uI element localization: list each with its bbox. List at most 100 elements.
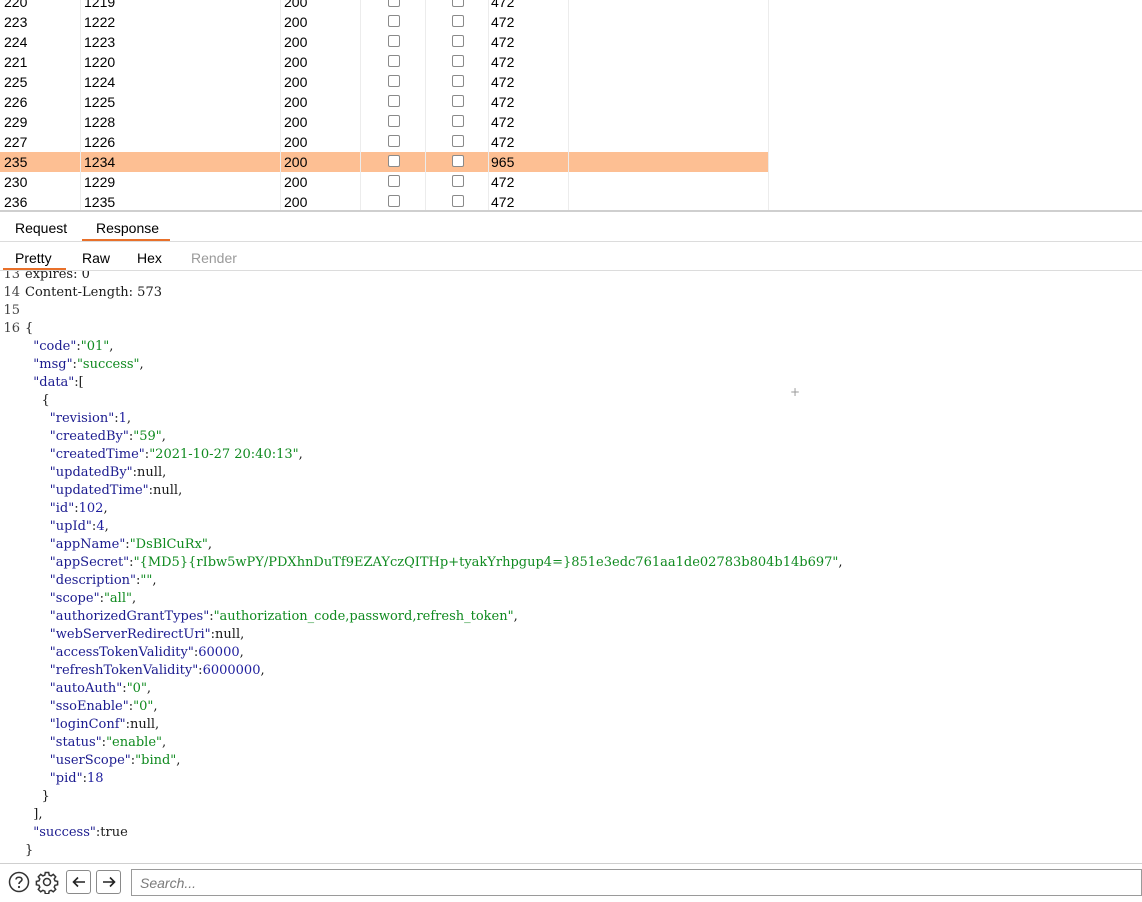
- row-checkbox[interactable]: [452, 55, 464, 67]
- row-checkbox[interactable]: [388, 35, 400, 47]
- code-token: "authorizedGrantTypes": [49, 609, 210, 624]
- table-row[interactable]: 227 1226 200 472: [0, 132, 769, 152]
- row-checkbox[interactable]: [452, 195, 464, 207]
- row-checkbox[interactable]: [452, 115, 464, 127]
- code-token: "upId": [49, 519, 92, 534]
- help-button[interactable]: [7, 870, 31, 894]
- code-token: "refreshTokenValidity": [49, 663, 199, 678]
- payload-cell: 1235: [84, 194, 116, 210]
- tab-hex[interactable]: Hex: [137, 250, 162, 266]
- row-checkbox[interactable]: [452, 75, 464, 87]
- search-input[interactable]: [131, 869, 1142, 896]
- row-checkbox[interactable]: [388, 75, 400, 87]
- row-checkbox[interactable]: [388, 195, 400, 207]
- settings-button[interactable]: [34, 870, 60, 894]
- code-token: :true: [95, 825, 128, 840]
- tab-render[interactable]: Render: [191, 250, 237, 266]
- column-divider: [425, 0, 426, 210]
- code-token: ],: [25, 807, 43, 822]
- row-checkbox[interactable]: [388, 115, 400, 127]
- code-token: "updatedTime": [49, 483, 149, 498]
- row-checkbox[interactable]: [388, 155, 400, 167]
- tab-pretty[interactable]: Pretty: [15, 250, 52, 266]
- table-row[interactable]: 225 1224 200 472: [0, 72, 769, 92]
- code-token: :null,: [148, 483, 183, 498]
- table-row[interactable]: 226 1225 200 472: [0, 92, 769, 112]
- table-row[interactable]: 236 1235 200 472: [0, 192, 769, 210]
- row-checkbox[interactable]: [388, 0, 400, 7]
- code-token: "data": [33, 375, 75, 390]
- row-checkbox[interactable]: [452, 0, 464, 7]
- code-token: "DsBlCuRx": [129, 537, 208, 552]
- code-line: "msg":"success",: [25, 356, 143, 374]
- code-line: "success":true: [25, 824, 128, 842]
- code-token: }: [25, 843, 34, 858]
- code-token: "userScope": [49, 753, 131, 768]
- tab-request[interactable]: Request: [15, 220, 67, 236]
- table-row[interactable]: 221 1220 200 472: [0, 52, 769, 72]
- code-line: "createdTime":"2021-10-27 20:40:13",: [25, 446, 303, 464]
- response-editor[interactable]: expires: 0 Content-Length: 573 { "code":"0…: [0, 271, 1142, 863]
- tab-raw[interactable]: Raw: [82, 250, 110, 266]
- request-number: 227: [4, 134, 28, 150]
- code-token: "authorization_code,password,refresh_tok…: [213, 609, 514, 624]
- table-row[interactable]: 230 1229 200 472: [0, 172, 769, 192]
- row-checkbox[interactable]: [452, 155, 464, 167]
- payload-cell: 1228: [84, 114, 116, 130]
- code-token: "enable": [106, 735, 163, 750]
- table-row[interactable]: 224 1223 200 472: [0, 32, 769, 52]
- table-row[interactable]: 229 1228 200 472: [0, 112, 769, 132]
- code-token: ,: [152, 573, 157, 588]
- code-token: 6000000: [202, 663, 261, 678]
- code-line: "accessTokenValidity":60000,: [25, 644, 244, 662]
- row-checkbox[interactable]: [388, 15, 400, 27]
- row-checkbox[interactable]: [452, 135, 464, 147]
- code-token: "": [140, 573, 153, 588]
- active-tab-indicator: [82, 239, 170, 241]
- code-line: "webServerRedirectUri":null,: [25, 626, 244, 644]
- status-code-cell: 200: [284, 154, 308, 170]
- row-checkbox[interactable]: [388, 175, 400, 187]
- table-row[interactable]: 223 1222 200 472: [0, 12, 769, 32]
- code-line: "description":"",: [25, 572, 157, 590]
- request-number: 236: [4, 194, 28, 210]
- length-cell: 472: [491, 54, 515, 70]
- payload-cell: 1224: [84, 74, 116, 90]
- status-code-cell: 200: [284, 34, 308, 50]
- code-token: "ssoEnable": [49, 699, 129, 714]
- code-token: ,: [131, 591, 137, 606]
- results-table[interactable]: 220 1219 200 472 223 1222 200 472 224 1223 200 472 2…: [0, 0, 1142, 210]
- row-checkbox[interactable]: [452, 35, 464, 47]
- row-checkbox[interactable]: [452, 15, 464, 27]
- request-number: 225: [4, 74, 28, 90]
- code-token: "loginConf": [49, 717, 126, 732]
- column-divider: [360, 0, 361, 210]
- request-number: 229: [4, 114, 28, 130]
- table-row[interactable]: 220 1219 200 472: [0, 0, 769, 12]
- back-button[interactable]: [66, 870, 91, 894]
- column-divider: [488, 0, 489, 210]
- tab-response[interactable]: Response: [96, 220, 159, 236]
- gear-icon: [35, 871, 59, 894]
- length-cell: 472: [491, 34, 515, 50]
- table-row[interactable]: 235 1234 200 965: [0, 152, 769, 172]
- row-checkbox[interactable]: [388, 135, 400, 147]
- code-token: :null,: [132, 465, 167, 480]
- code-token: ,: [161, 429, 166, 444]
- row-checkbox[interactable]: [452, 95, 464, 107]
- row-checkbox[interactable]: [388, 95, 400, 107]
- length-cell: 472: [491, 14, 515, 30]
- row-checkbox[interactable]: [452, 175, 464, 187]
- status-code-cell: 200: [284, 94, 308, 110]
- payload-cell: 1220: [84, 54, 116, 70]
- forward-button[interactable]: [96, 870, 121, 894]
- arrow-right-icon: [102, 876, 116, 888]
- status-code-cell: 200: [284, 194, 308, 210]
- row-checkbox[interactable]: [388, 55, 400, 67]
